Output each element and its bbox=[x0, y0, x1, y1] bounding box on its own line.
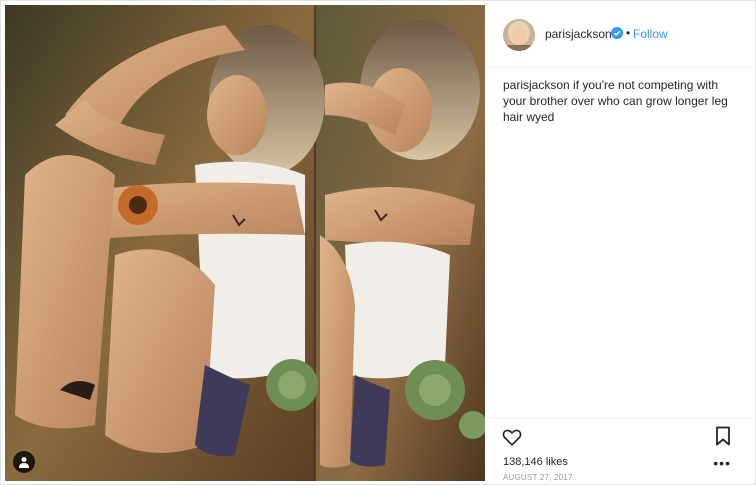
post-date: AUGUST 27, 2017 bbox=[503, 473, 573, 482]
more-options-icon[interactable]: ••• bbox=[713, 456, 731, 470]
heart-icon[interactable] bbox=[501, 426, 523, 448]
follow-button[interactable]: Follow bbox=[633, 27, 668, 41]
avatar[interactable] bbox=[503, 19, 535, 51]
tagged-people-button[interactable] bbox=[13, 451, 35, 473]
post-photo[interactable] bbox=[5, 5, 485, 481]
username-link[interactable]: parisjackson bbox=[545, 27, 612, 41]
post-caption: parisjackson if you're not competing wit… bbox=[503, 77, 729, 125]
instagram-post: parisjackson • Follow parisjackson if yo… bbox=[0, 0, 756, 485]
bookmark-icon[interactable] bbox=[715, 426, 731, 446]
caption-username[interactable]: parisjackson bbox=[503, 78, 570, 92]
post-side-panel: parisjackson • Follow parisjackson if yo… bbox=[487, 5, 751, 482]
person-tag-icon bbox=[19, 457, 29, 468]
separator-dot: • bbox=[626, 26, 631, 40]
photo-illustration bbox=[5, 5, 485, 481]
post-header: parisjackson • Follow bbox=[487, 5, 751, 68]
post-footer: 138,146 likes AUGUST 27, 2017 ••• bbox=[487, 417, 751, 482]
likes-count[interactable]: 138,146 likes bbox=[503, 456, 568, 468]
verified-badge-icon bbox=[611, 27, 623, 39]
avatar-image bbox=[503, 19, 535, 51]
